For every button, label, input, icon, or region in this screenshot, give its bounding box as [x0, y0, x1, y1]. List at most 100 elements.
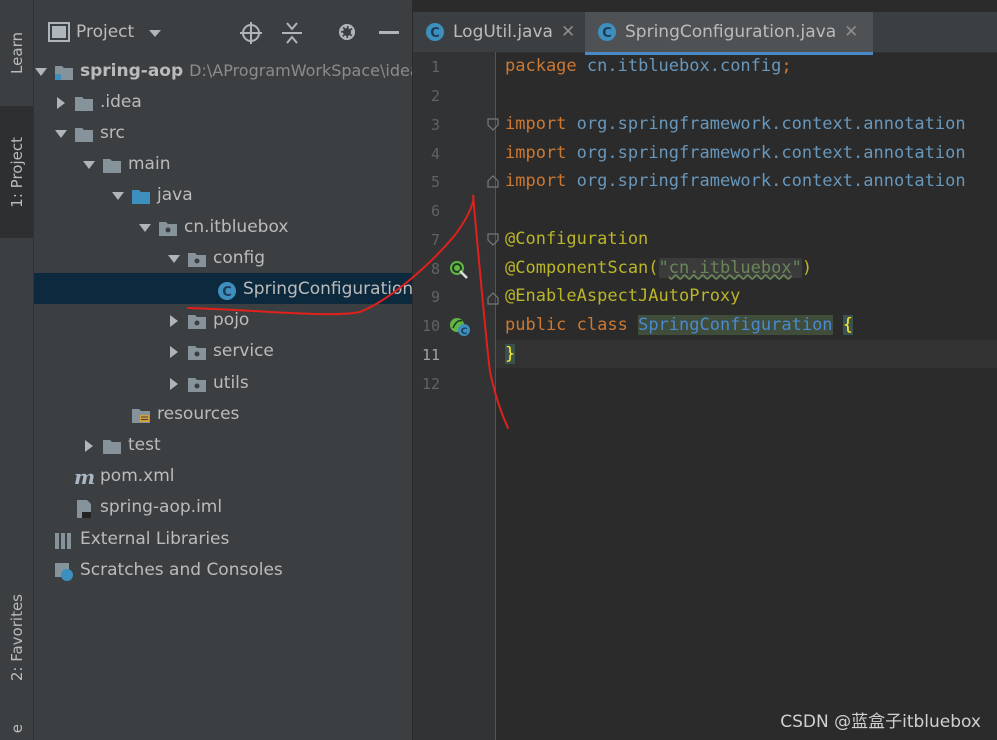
annotation: @EnableAspectJAutoProxy	[505, 286, 741, 306]
tree-item-label: spring-aop.iml	[100, 497, 223, 518]
fold-marker-icon[interactable]	[487, 291, 499, 305]
tree-item-config[interactable]: config	[34, 242, 412, 273]
tree-item-spring-aop[interactable]: spring-aop D:\AProgramWorkSpace\idea\sp	[34, 55, 412, 86]
tree-item-spring-aop-iml[interactable]: spring-aop.iml	[34, 492, 412, 523]
tree-item-scratches-and-consoles[interactable]: Scratches and Consoles	[34, 554, 412, 585]
string-literal: cn.itbluebox	[668, 258, 792, 278]
tab-springconfiguration-label: SpringConfiguration.java	[625, 22, 837, 42]
code-line-1: package cn.itbluebox.config;	[505, 52, 792, 80]
tool-window-strip: Learn 1: Project 2: Favorites e	[0, 0, 34, 740]
fold-marker-icon[interactable]	[487, 118, 499, 132]
collapse-all-icon[interactable]	[281, 21, 303, 45]
minimize-icon[interactable]	[379, 31, 399, 35]
close-icon[interactable]: ✕	[844, 22, 858, 42]
svg-text:C: C	[222, 285, 232, 300]
tree-item-resources[interactable]: resources	[34, 398, 412, 429]
tree-item-label: pom.xml	[100, 466, 175, 487]
chevron-down-icon[interactable]	[34, 64, 48, 78]
tree-item-label: main	[128, 154, 171, 175]
java-class-icon: C	[598, 23, 616, 41]
tree-item-idea[interactable]: .idea	[34, 86, 412, 117]
chevron-down-icon[interactable]	[148, 29, 162, 39]
package-icon	[187, 250, 207, 267]
package-icon	[158, 219, 178, 236]
fold-marker-icon[interactable]	[487, 233, 499, 247]
tree-item-cn-itbluebox[interactable]: cn.itbluebox	[34, 211, 412, 242]
svg-text:C: C	[430, 26, 440, 41]
package-icon	[187, 343, 207, 361]
tab-logutil[interactable]: C LogUtil.java ✕	[425, 12, 583, 52]
tab-logutil-label: LogUtil.java	[453, 22, 553, 42]
learn-tab[interactable]: Learn	[0, 10, 33, 95]
tree-item-test[interactable]: test	[34, 429, 412, 460]
line-number: 4	[430, 145, 440, 163]
favorites-tool-tab-label: 2: Favorites	[7, 593, 26, 682]
gear-icon[interactable]	[336, 21, 358, 43]
chevron-down-icon[interactable]	[82, 157, 96, 171]
structure-tool-tab[interactable]: e	[0, 718, 33, 740]
line-number: 8	[430, 260, 440, 278]
code-line-9: @EnableAspectJAutoProxy	[505, 282, 740, 310]
chevron-down-icon[interactable]	[111, 188, 125, 202]
code-line-7: @Configuration	[505, 225, 648, 253]
tree-item-label: .idea	[100, 91, 142, 112]
project-view-title[interactable]: Project	[76, 22, 134, 42]
line-number: 9	[430, 288, 440, 306]
tree-item-springconfiguration[interactable]: C SpringConfiguration	[34, 273, 412, 305]
tree-item-label: cn.itbluebox	[184, 216, 289, 237]
folder-icon	[74, 125, 94, 142]
tree-item-label: service	[213, 341, 274, 362]
line-number: 7	[430, 231, 440, 249]
chevron-down-icon[interactable]	[167, 251, 181, 265]
annotation: @Configuration	[505, 229, 649, 249]
line-number: 2	[430, 87, 440, 105]
tree-item-src[interactable]: src	[34, 117, 412, 148]
line-number: 5	[430, 173, 440, 191]
chevron-right-icon[interactable]	[167, 344, 181, 359]
svg-text:C: C	[602, 26, 612, 41]
watermark: CSDN @蓝盒子itbluebox	[780, 712, 981, 732]
package-name: org.springframework.context.annotation	[576, 171, 966, 191]
chevron-down-icon[interactable]	[54, 126, 68, 140]
chevron-down-icon[interactable]	[138, 220, 152, 234]
tree-item-main[interactable]: main	[34, 149, 412, 180]
tree-item-java[interactable]: java	[34, 180, 412, 211]
keyword: package	[505, 56, 577, 76]
project-view-icon	[48, 22, 70, 42]
tree-item-label: utils	[213, 372, 249, 393]
structure-tool-tab-label: e	[7, 724, 26, 734]
svg-text:m: m	[74, 468, 95, 486]
favorites-tool-tab[interactable]: 2: Favorites	[0, 570, 33, 705]
tree-item-pom-xml[interactable]: m pom.xml	[34, 461, 412, 492]
module-folder-icon	[54, 63, 74, 80]
chevron-right-icon[interactable]	[54, 95, 68, 109]
tree-item-service[interactable]: service	[34, 336, 412, 367]
locate-target-icon[interactable]	[239, 21, 263, 45]
line-number: 11	[421, 346, 440, 364]
tree-item-pojo[interactable]: pojo	[34, 305, 412, 336]
folder-icon	[102, 437, 122, 454]
close-icon[interactable]: ✕	[561, 22, 575, 42]
package-name: org.springframework.context.annotation	[576, 143, 966, 163]
tree-item-label: pojo	[213, 310, 250, 331]
tree-item-external-libraries[interactable]: External Libraries	[34, 523, 412, 554]
code-line-8: @ComponentScan("cn.itbluebox")	[505, 254, 812, 282]
project-tool-tab[interactable]: 1: Project	[0, 106, 33, 238]
package-name: cn.itbluebox.config	[586, 56, 782, 76]
fold-marker-icon[interactable]	[487, 174, 499, 188]
open-brace: {	[842, 315, 854, 335]
tab-springconfiguration[interactable]: C SpringConfiguration.java ✕	[585, 12, 873, 55]
chevron-right-icon[interactable]	[167, 313, 181, 328]
chevron-right-icon[interactable]	[82, 438, 96, 452]
tree-item-utils[interactable]: utils	[34, 367, 412, 398]
tree-item-label: spring-aop	[80, 60, 184, 81]
current-line-highlight	[496, 340, 997, 368]
spring-scan-icon[interactable]	[448, 259, 470, 279]
java-class-icon: C	[217, 281, 237, 300]
spring-bean-icon[interactable]: C	[448, 316, 472, 338]
chevron-right-icon[interactable]	[167, 376, 181, 390]
tree-item-label: src	[100, 122, 125, 143]
package-icon	[187, 312, 207, 330]
